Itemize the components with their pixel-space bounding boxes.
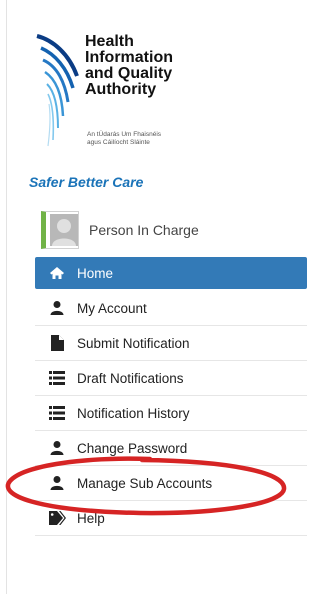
person-placeholder-icon bbox=[50, 214, 78, 246]
avatar bbox=[41, 211, 79, 249]
hiqa-emblem-icon bbox=[36, 34, 79, 147]
nav-item-draft-notifications[interactable]: Draft Notifications bbox=[35, 362, 307, 396]
sidebar-nav: Home My Account Submit Notification Draf… bbox=[35, 257, 307, 537]
list-icon bbox=[48, 404, 66, 422]
brand-title-line: and Quality bbox=[85, 65, 173, 82]
list-icon bbox=[48, 369, 66, 387]
tag-icon bbox=[48, 509, 66, 527]
nav-item-manage-sub-accounts[interactable]: Manage Sub Accounts bbox=[35, 467, 307, 501]
hiqa-logo[interactable]: Health Information and Quality Authority… bbox=[29, 22, 229, 191]
brand-tagline: Safer Better Care bbox=[29, 174, 144, 190]
brand-subtitle: An tÚdarás Um Fhaisnéis agus Cáilíocht S… bbox=[87, 131, 207, 147]
brand-title: Health Information and Quality Authority bbox=[85, 34, 173, 98]
nav-item-change-password[interactable]: Change Password bbox=[35, 432, 307, 466]
brand-subtitle-line: An tÚdarás Um Fhaisnéis bbox=[87, 131, 162, 138]
nav-item-label: Change Password bbox=[77, 440, 188, 456]
nav-item-label: Draft Notifications bbox=[77, 370, 184, 386]
nav-item-label: My Account bbox=[77, 300, 147, 316]
user-profile: Person In Charge bbox=[41, 211, 301, 249]
nav-item-notification-history[interactable]: Notification History bbox=[35, 397, 307, 431]
file-icon bbox=[48, 334, 66, 352]
nav-item-help[interactable]: Help bbox=[35, 502, 307, 536]
home-icon bbox=[48, 264, 66, 282]
nav-item-my-account[interactable]: My Account bbox=[35, 292, 307, 326]
user-icon bbox=[48, 439, 66, 457]
brand-title-line: Health bbox=[85, 33, 134, 50]
nav-item-label: Help bbox=[77, 510, 105, 526]
nav-item-label: Submit Notification bbox=[77, 335, 190, 351]
user-role-label: Person In Charge bbox=[89, 222, 199, 238]
brand-title-line: Authority bbox=[85, 81, 157, 98]
user-icon bbox=[48, 474, 66, 492]
nav-item-label: Notification History bbox=[77, 405, 190, 421]
brand-title-line: Information bbox=[85, 49, 173, 66]
nav-item-label: Manage Sub Accounts bbox=[77, 475, 213, 491]
nav-item-submit-notification[interactable]: Submit Notification bbox=[35, 327, 307, 361]
user-icon bbox=[48, 299, 66, 317]
nav-item-home[interactable]: Home bbox=[35, 257, 307, 289]
nav-item-label: Home bbox=[77, 265, 114, 281]
brand-subtitle-line: agus Cáilíocht Sláinte bbox=[87, 139, 150, 146]
sidebar: Health Information and Quality Authority… bbox=[6, 0, 307, 594]
